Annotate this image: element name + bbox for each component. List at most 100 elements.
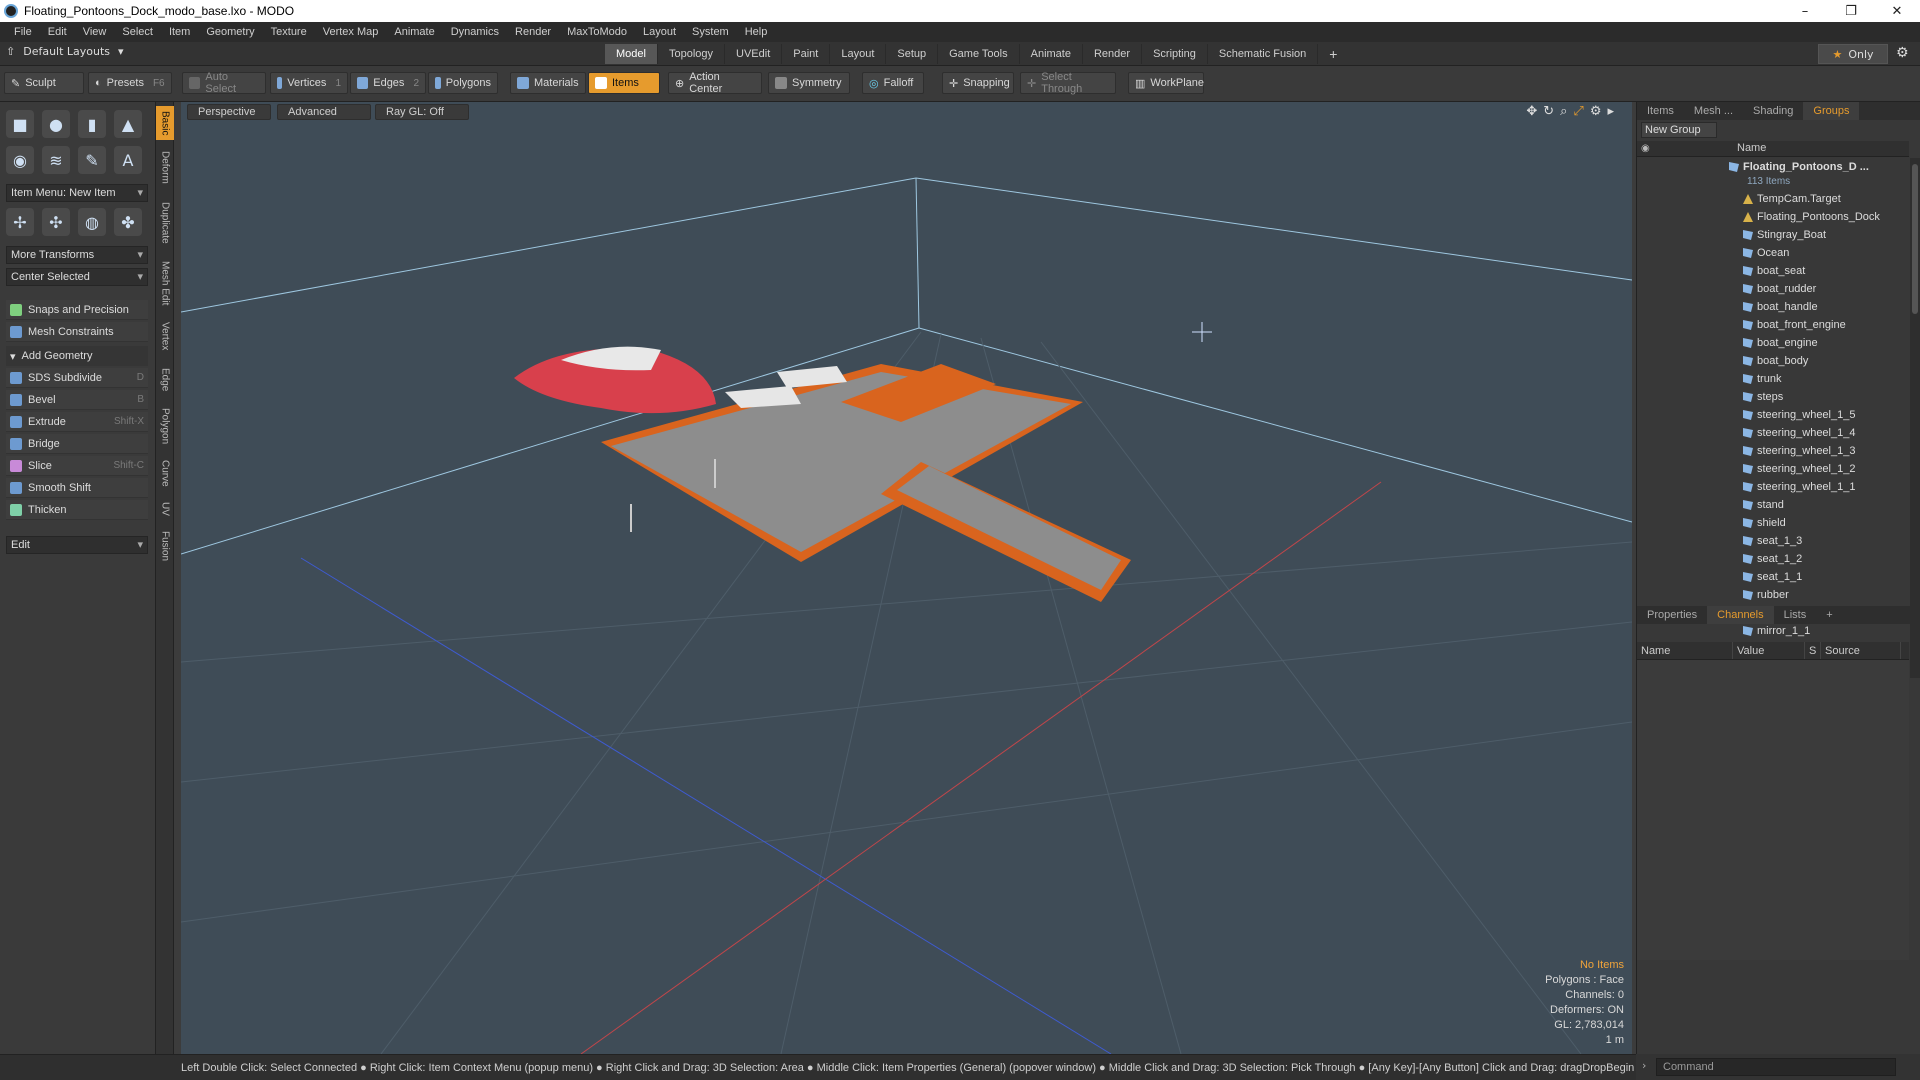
vtab-polygon[interactable]: Polygon <box>156 402 174 450</box>
orbit-icon[interactable]: ↻ <box>1543 104 1554 119</box>
extrude-button[interactable]: Extrude Shift-X <box>6 412 148 432</box>
channel-name-col[interactable]: Name <box>1637 642 1733 659</box>
group-item[interactable]: steering_wheel_1_3 <box>1743 442 1909 460</box>
group-item[interactable]: boat_front_engine <box>1743 316 1909 334</box>
more-transforms-dropdown[interactable]: More Transforms <box>6 246 148 264</box>
menu-maxtomodo[interactable]: MaxToModo <box>559 26 635 38</box>
channel-s-col[interactable]: S <box>1805 642 1821 659</box>
select-through-button[interactable]: ✛ Select Through <box>1020 71 1116 95</box>
menu-item[interactable]: Item <box>161 26 198 38</box>
group-item[interactable]: steering_wheel_1_4 <box>1743 424 1909 442</box>
item-menu-dropdown[interactable]: Item Menu: New Item <box>6 184 148 202</box>
cone-icon[interactable]: ▲ <box>114 110 142 138</box>
text-icon[interactable]: A <box>114 146 142 174</box>
gear-icon[interactable]: ⚙ <box>1896 45 1909 61</box>
group-item[interactable]: seat_1_1 <box>1743 568 1909 586</box>
move-icon[interactable]: ✢ <box>6 208 34 236</box>
viewport-gear-icon[interactable]: ⚙ <box>1590 104 1602 119</box>
transform-icon[interactable]: ✤ <box>114 208 142 236</box>
add-lower-tab[interactable]: + <box>1816 606 1842 624</box>
vtab-basic[interactable]: Basic <box>156 106 174 140</box>
tab-properties[interactable]: Properties <box>1637 606 1707 624</box>
symmetry-button[interactable]: Symmetry <box>768 72 850 94</box>
edges-button[interactable]: Edges 2 <box>350 72 426 94</box>
maximize-button[interactable]: ❐ <box>1828 0 1874 22</box>
add-geometry-section[interactable]: ▾ Add Geometry <box>6 346 148 366</box>
pen-icon[interactable]: ✎ <box>78 146 106 174</box>
pan-icon[interactable]: ✥ <box>1526 104 1537 119</box>
3d-viewport[interactable]: Perspective Advanced Ray GL: Off ✥ ↻ ⌕ ⤢… <box>181 102 1632 1054</box>
tab-schematic-fusion[interactable]: Schematic Fusion <box>1208 44 1319 64</box>
auto-select-button[interactable]: Auto Select <box>182 71 266 95</box>
groups-scrollbar[interactable] <box>1910 158 1920 678</box>
group-item[interactable]: boat_handle <box>1743 298 1909 316</box>
tab-shading[interactable]: Shading <box>1743 102 1803 120</box>
raygl-dropdown[interactable]: Ray GL: Off <box>375 104 469 120</box>
tab-groups[interactable]: Groups <box>1803 102 1860 120</box>
group-item[interactable]: stand <box>1743 496 1909 514</box>
group-item[interactable]: seat_1_2 <box>1743 550 1909 568</box>
group-item[interactable]: steering_wheel_1_5 <box>1743 406 1909 424</box>
mesh-constraints-button[interactable]: Mesh Constraints <box>6 322 148 342</box>
tab-channels[interactable]: Channels <box>1707 606 1774 624</box>
items-button[interactable]: Items <box>588 72 660 94</box>
group-item[interactable]: steering_wheel_1_1 <box>1743 478 1909 496</box>
new-group-button[interactable]: New Group <box>1641 122 1717 138</box>
bevel-button[interactable]: Bevel B <box>6 390 148 410</box>
vtab-curve[interactable]: Curve <box>156 454 174 492</box>
menu-animate[interactable]: Animate <box>386 26 442 38</box>
vtab-deform[interactable]: Deform <box>156 144 174 190</box>
tab-paint[interactable]: Paint <box>782 44 831 64</box>
cube-icon[interactable]: ■ <box>6 110 34 138</box>
menu-geometry[interactable]: Geometry <box>198 26 262 38</box>
rotate-icon[interactable]: ✣ <box>42 208 70 236</box>
eye-icon[interactable]: ◉ <box>1641 143 1653 155</box>
sds-subdivide-button[interactable]: SDS Subdivide D <box>6 368 148 388</box>
group-item[interactable]: boat_seat <box>1743 262 1909 280</box>
tab-setup[interactable]: Setup <box>886 44 939 64</box>
group-item[interactable]: mirror_1_1 <box>1743 622 1909 640</box>
shading-dropdown[interactable]: Advanced <box>277 104 371 120</box>
tab-uvedit[interactable]: UVEdit <box>725 44 783 64</box>
polygons-button[interactable]: Polygons <box>428 72 498 94</box>
tab-scripting[interactable]: Scripting <box>1142 44 1208 64</box>
group-item[interactable]: boat_rudder <box>1743 280 1909 298</box>
menu-help[interactable]: Help <box>737 26 776 38</box>
tab-lists[interactable]: Lists <box>1774 606 1817 624</box>
tab-model[interactable]: Model <box>605 44 658 64</box>
menu-render[interactable]: Render <box>507 26 559 38</box>
channel-value-col[interactable]: Value <box>1733 642 1805 659</box>
vtab-fusion[interactable]: Fusion <box>156 526 174 566</box>
tab-topology[interactable]: Topology <box>658 44 726 64</box>
vtab-mesh-edit[interactable]: Mesh Edit <box>156 256 174 310</box>
tab-items[interactable]: Items <box>1637 102 1684 120</box>
minimize-button[interactable]: – <box>1782 0 1828 22</box>
add-tab-button[interactable]: + <box>1318 44 1348 64</box>
layout-selector[interactable]: ⇧ Default Layouts ▾ <box>6 45 124 58</box>
group-item[interactable]: trunk <box>1743 370 1909 388</box>
zoom-icon[interactable]: ⌕ <box>1560 104 1567 119</box>
tab-mesh[interactable]: Mesh ... <box>1684 102 1743 120</box>
sculpt-button[interactable]: ✎ Sculpt <box>4 72 84 94</box>
group-item[interactable]: shield <box>1743 514 1909 532</box>
viewport-more-icon[interactable]: ▸ <box>1607 104 1614 119</box>
group-item[interactable]: seat_1_3 <box>1743 532 1909 550</box>
tab-layout[interactable]: Layout <box>830 44 887 64</box>
torus-icon[interactable]: ◉ <box>6 146 34 174</box>
presets-button[interactable]: ◐ Presets F6 <box>88 72 172 94</box>
cylinder-icon[interactable]: ▮ <box>78 110 106 138</box>
channel-source-col[interactable]: Source <box>1821 642 1901 659</box>
group-item[interactable]: Floating_Pontoons_Dock <box>1743 208 1909 226</box>
snaps-precision-button[interactable]: Snaps and Precision <box>6 300 148 320</box>
group-item[interactable]: TempCam.Target <box>1743 190 1909 208</box>
only-button[interactable]: ★ Only <box>1818 44 1888 64</box>
tab-game-tools[interactable]: Game Tools <box>938 44 1020 64</box>
vtab-duplicate[interactable]: Duplicate <box>156 194 174 252</box>
edit-dropdown[interactable]: Edit <box>6 536 148 554</box>
menu-select[interactable]: Select <box>114 26 161 38</box>
bridge-button[interactable]: Bridge <box>6 434 148 454</box>
slice-button[interactable]: Slice Shift-C <box>6 456 148 476</box>
sphere-icon[interactable]: ● <box>42 110 70 138</box>
menu-system[interactable]: System <box>684 26 737 38</box>
group-item[interactable]: rubber <box>1743 586 1909 604</box>
